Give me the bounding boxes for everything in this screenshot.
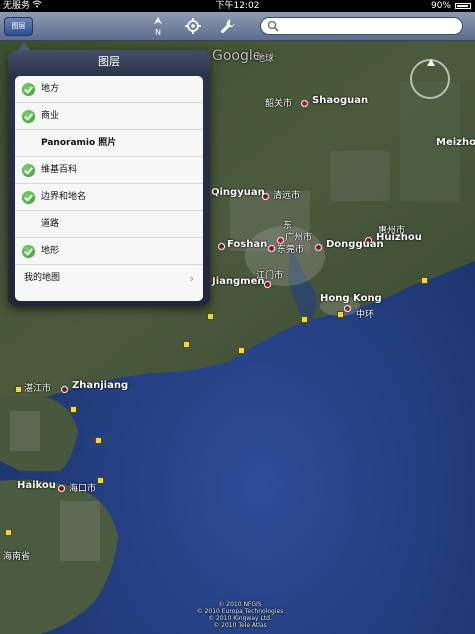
layer-label: Panoramio 照片 bbox=[41, 138, 117, 148]
place-label-zh: 海口市 bbox=[69, 484, 97, 494]
north-arrow-icon bbox=[154, 17, 162, 24]
checkmark-icon bbox=[22, 245, 35, 258]
checkmark-icon bbox=[22, 110, 35, 123]
popover-title: 图层 bbox=[98, 55, 120, 68]
layer-row-places[interactable]: 地方 bbox=[15, 76, 203, 103]
checkmark-icon bbox=[22, 191, 35, 204]
google-watermark: Google bbox=[212, 48, 262, 64]
place-label-zh: 海南省 bbox=[3, 552, 31, 562]
battery-percent: 90% bbox=[430, 1, 451, 11]
place-label-en[interactable]: Haikou bbox=[17, 480, 56, 491]
search-input[interactable] bbox=[260, 17, 463, 35]
place-label-en[interactable]: Zhanjiang bbox=[72, 380, 128, 391]
place-pin[interactable] bbox=[268, 245, 275, 252]
place-label-zh: 清远市 bbox=[273, 191, 301, 201]
business-marker[interactable] bbox=[95, 437, 102, 444]
place-label-zh: 东莞市 bbox=[277, 245, 305, 255]
layer-label: 维基百科 bbox=[41, 165, 78, 175]
business-marker[interactable] bbox=[301, 316, 308, 323]
my-location-button[interactable] bbox=[185, 18, 201, 34]
business-marker[interactable] bbox=[15, 386, 22, 393]
battery-icon bbox=[455, 3, 471, 9]
layer-label: 商业 bbox=[41, 111, 60, 121]
my-maps-row[interactable]: 我的地图 › bbox=[15, 265, 203, 292]
layers-popover: 图层 地方 商业 Panoramio 照片 维基百科 边界和地名 道路 地形 我… bbox=[8, 43, 210, 306]
checkmark-icon bbox=[22, 83, 35, 96]
place-pin[interactable] bbox=[264, 281, 271, 288]
status-bar: 无服务 下午12:02 90% bbox=[0, 0, 475, 12]
place-pin[interactable] bbox=[58, 485, 65, 492]
business-marker[interactable] bbox=[207, 313, 214, 320]
layer-row-borders-labels[interactable]: 边界和地名 bbox=[15, 184, 203, 211]
layers-button[interactable]: 图层 bbox=[4, 17, 33, 36]
search-icon bbox=[267, 20, 279, 32]
place-pin[interactable] bbox=[301, 100, 308, 107]
place-label-en[interactable]: Dongguan bbox=[326, 239, 384, 250]
settings-button[interactable] bbox=[220, 18, 236, 34]
checkmark-icon bbox=[22, 164, 35, 177]
layer-label: 地形 bbox=[41, 246, 60, 256]
earth-label: 地球 bbox=[256, 54, 275, 64]
location-icon bbox=[185, 18, 201, 34]
copyright-line: © 2010 NFGIS bbox=[218, 601, 262, 608]
copyright-line: © 2010 Kingway Ltd. bbox=[208, 615, 272, 622]
place-label-zh: 韶关市 bbox=[265, 99, 293, 109]
business-marker[interactable] bbox=[238, 347, 245, 354]
layer-label: 地方 bbox=[41, 84, 60, 94]
place-label-zh: 江门市 bbox=[256, 271, 284, 281]
copyright-line: © 2010 Tele Atlas bbox=[213, 622, 267, 629]
place-label-en[interactable]: Foshan bbox=[227, 239, 267, 250]
layer-row-terrain[interactable]: 地形 bbox=[15, 238, 203, 265]
place-label-zh: 湛江市 bbox=[24, 384, 52, 394]
place-label-en[interactable]: Hong Kong bbox=[320, 293, 382, 304]
wrench-icon bbox=[221, 19, 235, 33]
layer-label: 道路 bbox=[41, 219, 60, 229]
business-marker[interactable] bbox=[421, 277, 428, 284]
layer-row-business[interactable]: 商业 bbox=[15, 103, 203, 130]
north-label: N bbox=[155, 28, 161, 37]
north-compass-button[interactable]: N bbox=[151, 17, 165, 37]
place-pin[interactable] bbox=[218, 243, 225, 250]
business-marker[interactable] bbox=[183, 341, 190, 348]
place-label-en[interactable]: Shaoguan bbox=[312, 95, 368, 106]
place-pin[interactable] bbox=[315, 244, 322, 251]
business-marker[interactable] bbox=[70, 406, 77, 413]
chevron-right-icon: › bbox=[189, 272, 194, 285]
business-marker[interactable] bbox=[97, 477, 104, 484]
place-label-zh: 中环 bbox=[356, 310, 375, 320]
my-maps-label: 我的地图 bbox=[24, 273, 61, 283]
copyright-line: © 2010 Europa Technologies bbox=[196, 608, 284, 615]
business-marker[interactable] bbox=[5, 529, 12, 536]
toolbar: 图层 N bbox=[0, 12, 475, 41]
status-time: 下午12:02 bbox=[215, 1, 260, 11]
business-marker[interactable] bbox=[337, 311, 344, 318]
place-pin[interactable] bbox=[262, 193, 269, 200]
layer-row-wikipedia[interactable]: 维基百科 bbox=[15, 157, 203, 184]
layers-list: 地方 商业 Panoramio 照片 维基百科 边界和地名 道路 地形 我的地图… bbox=[15, 76, 203, 301]
layer-label: 边界和地名 bbox=[41, 192, 87, 202]
place-pin[interactable] bbox=[344, 305, 351, 312]
map-navigation-control[interactable] bbox=[410, 59, 450, 99]
place-pin[interactable] bbox=[61, 386, 68, 393]
place-label-en[interactable]: Meizhou bbox=[436, 137, 475, 148]
map-copyright: © 2010 NFGIS © 2010 Europa Technologies … bbox=[190, 601, 290, 629]
popover-arrow bbox=[17, 43, 31, 51]
layer-row-roads[interactable]: 道路 bbox=[15, 211, 203, 238]
place-label-en[interactable]: Qingyuan bbox=[211, 187, 265, 198]
layer-row-panoramio[interactable]: Panoramio 照片 bbox=[15, 130, 203, 157]
